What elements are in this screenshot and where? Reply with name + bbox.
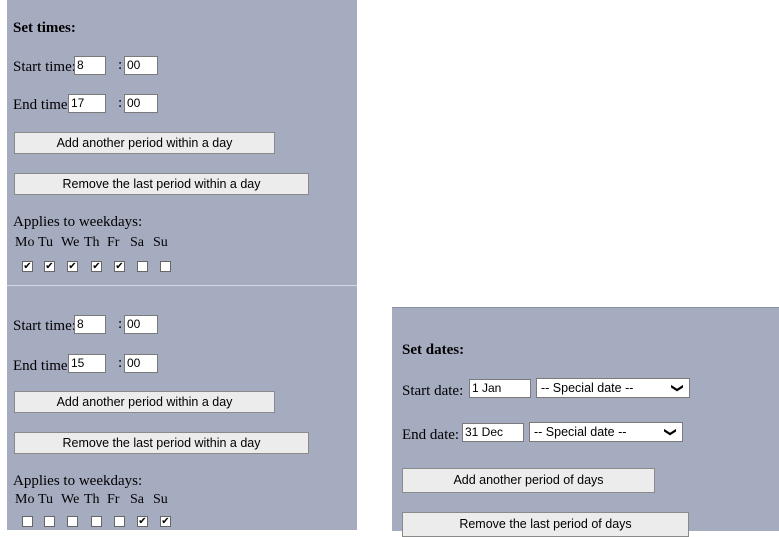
weekday-checkbox-fr[interactable] bbox=[114, 516, 125, 527]
weekday-checkbox-fr[interactable]: ✔ bbox=[114, 261, 125, 272]
weekday-header-row: Mo Tu We Th Fr Sa Su bbox=[15, 235, 176, 251]
remove-last-period-within-day-button[interactable]: Remove the last period within a day bbox=[14, 173, 309, 195]
end-time-label: End time: bbox=[13, 97, 72, 113]
period-divider bbox=[7, 285, 357, 286]
weekday-label: We bbox=[61, 492, 80, 507]
weekday-checkbox-mo[interactable] bbox=[22, 516, 33, 527]
add-period-within-day-button[interactable]: Add another period within a day bbox=[14, 132, 275, 154]
start-date-input[interactable]: 1 Jan bbox=[469, 379, 531, 398]
end-date-input[interactable]: 31 Dec bbox=[462, 423, 524, 442]
start-time-label: Start time: bbox=[13, 318, 76, 334]
start-hour-input[interactable]: 8 bbox=[74, 315, 106, 334]
weekday-checkbox-su[interactable]: ✔ bbox=[160, 516, 171, 527]
time-colon: : bbox=[118, 316, 123, 332]
weekday-label: Tu bbox=[38, 492, 54, 507]
end-special-date-value: -- Special date -- bbox=[534, 425, 627, 439]
start-time-label: Start time: bbox=[13, 59, 76, 75]
weekday-label: Th bbox=[84, 492, 100, 507]
weekday-label: Fr bbox=[107, 492, 120, 507]
time-colon: : bbox=[118, 95, 123, 111]
set-times-title: Set times: bbox=[13, 20, 76, 36]
weekday-checkbox-mo[interactable]: ✔ bbox=[22, 261, 33, 272]
weekday-checkbox-sa[interactable] bbox=[137, 261, 148, 272]
start-special-date-value: -- Special date -- bbox=[541, 381, 634, 395]
start-minute-input[interactable]: 00 bbox=[124, 315, 158, 334]
weekday-header-row: Mo Tu We Th Fr Sa Su bbox=[15, 492, 176, 508]
end-date-label: End date: bbox=[402, 427, 460, 443]
weekday-checkbox-tu[interactable] bbox=[44, 516, 55, 527]
weekday-checkbox-tu[interactable]: ✔ bbox=[44, 261, 55, 272]
end-time-label: End time: bbox=[13, 358, 72, 374]
weekday-checkbox-th[interactable] bbox=[91, 516, 102, 527]
weekday-label: Su bbox=[153, 235, 168, 250]
weekday-label: Mo bbox=[15, 492, 35, 507]
weekday-label: Sa bbox=[130, 492, 144, 507]
weekday-label: Th bbox=[84, 235, 100, 250]
weekday-checkbox-th[interactable]: ✔ bbox=[91, 261, 102, 272]
weekday-label: Mo bbox=[15, 235, 35, 250]
add-period-of-days-button[interactable]: Add another period of days bbox=[402, 468, 655, 493]
end-hour-input[interactable]: 15 bbox=[68, 354, 106, 373]
weekday-checkbox-we[interactable]: ✔ bbox=[67, 261, 78, 272]
weekday-checkbox-su[interactable] bbox=[160, 261, 171, 272]
start-special-date-select[interactable]: -- Special date -- ❯ bbox=[536, 378, 690, 398]
start-hour-input[interactable]: 8 bbox=[74, 56, 106, 75]
chevron-down-icon: ❯ bbox=[670, 382, 685, 394]
end-special-date-select[interactable]: -- Special date -- ❯ bbox=[529, 422, 683, 442]
weekday-label: Sa bbox=[130, 235, 144, 250]
weekday-label: Fr bbox=[107, 235, 120, 250]
end-minute-input[interactable]: 00 bbox=[124, 94, 158, 113]
applies-to-weekdays-label: Applies to weekdays: bbox=[13, 473, 143, 489]
set-times-panel: Set times: Start time: 8 : 00 End time: … bbox=[7, 0, 357, 530]
start-minute-input[interactable]: 00 bbox=[124, 56, 158, 75]
add-period-within-day-button[interactable]: Add another period within a day bbox=[14, 391, 275, 413]
end-minute-input[interactable]: 00 bbox=[124, 354, 158, 373]
set-dates-panel: Set dates: Start date: 1 Jan -- Special … bbox=[392, 307, 779, 537]
time-colon: : bbox=[118, 355, 123, 371]
weekday-label: We bbox=[61, 235, 80, 250]
applies-to-weekdays-label: Applies to weekdays: bbox=[13, 214, 143, 230]
weekday-label: Su bbox=[153, 492, 168, 507]
weekday-checkbox-we[interactable] bbox=[67, 516, 78, 527]
start-date-label: Start date: bbox=[402, 383, 464, 399]
set-dates-title: Set dates: bbox=[402, 342, 465, 358]
weekday-label: Tu bbox=[38, 235, 54, 250]
time-colon: : bbox=[118, 57, 123, 73]
chevron-down-icon: ❯ bbox=[663, 426, 678, 438]
remove-last-period-within-day-button[interactable]: Remove the last period within a day bbox=[14, 432, 309, 454]
weekday-checkbox-sa[interactable]: ✔ bbox=[137, 516, 148, 527]
end-hour-input[interactable]: 17 bbox=[68, 94, 106, 113]
remove-last-period-of-days-button[interactable]: Remove the last period of days bbox=[402, 512, 689, 537]
